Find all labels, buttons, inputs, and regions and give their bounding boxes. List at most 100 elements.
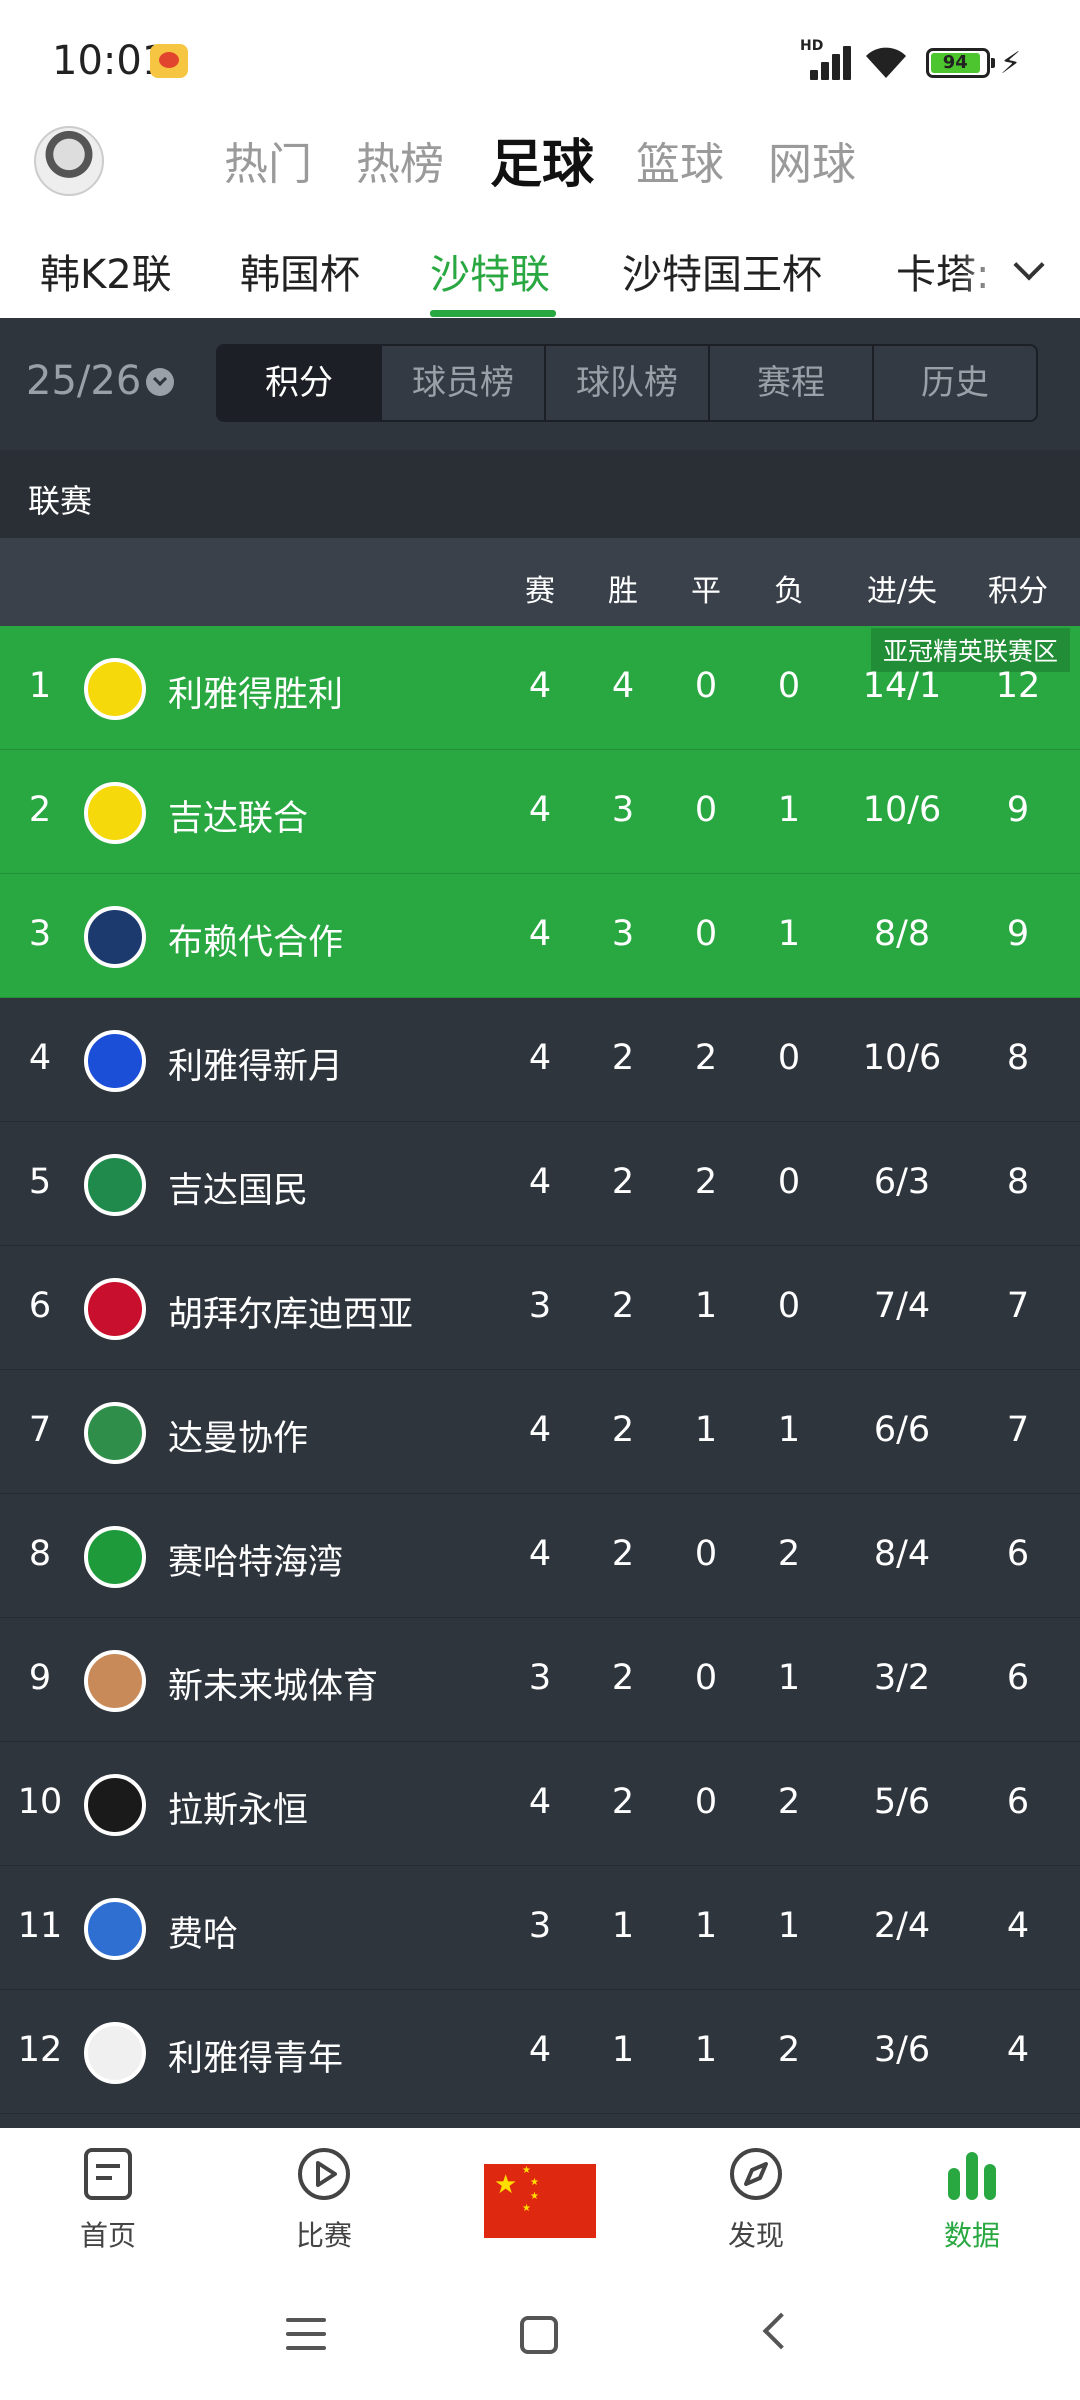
nav-home-label: 首页 <box>79 2219 136 2252</box>
table-row[interactable]: 9 新未来城体育 3 2 0 1 3/2 6 <box>0 1618 1080 1742</box>
team-crest-icon <box>84 2022 146 2084</box>
tab-team-rankings[interactable]: 球队榜 <box>546 346 710 420</box>
recent-apps-icon[interactable] <box>286 2318 326 2354</box>
team-crest-icon <box>84 658 146 720</box>
played: 4 <box>528 790 552 830</box>
rank: 7 <box>28 1410 52 1450</box>
league-tab-kings-cup[interactable]: 沙特国王杯 <box>622 242 822 300</box>
table-row[interactable]: 8 赛哈特海湾 4 2 0 2 8/4 6 <box>0 1494 1080 1618</box>
nav-home[interactable]: 首页 <box>48 2146 168 2254</box>
goals: 6/3 <box>873 1162 931 1202</box>
won: 2 <box>611 1782 635 1822</box>
sport-nav: 热门 热榜 足球 篮球 网球 <box>0 120 1080 220</box>
nav-matches[interactable]: 比赛 <box>264 2146 384 2254</box>
won: 2 <box>611 1038 635 1078</box>
played: 4 <box>528 2030 552 2070</box>
goals: 6/6 <box>873 1410 931 1450</box>
league-tab-saudi-league[interactable]: 沙特联 <box>430 242 550 300</box>
league-tab-k2[interactable]: 韩K2联 <box>40 242 172 300</box>
china-flag-icon[interactable]: ★ ★ ★ ★ ★ <box>484 2164 596 2238</box>
battery-level: 94 <box>931 53 980 73</box>
tab-basketball[interactable]: 篮球 <box>636 128 724 192</box>
tab-schedule[interactable]: 赛程 <box>710 346 874 420</box>
nav-discover[interactable]: 发现 <box>696 2146 816 2254</box>
drawn: 0 <box>694 1534 718 1574</box>
home-doc-icon <box>80 2146 136 2202</box>
won: 1 <box>611 2030 635 2070</box>
played: 4 <box>528 666 552 706</box>
lost: 1 <box>777 914 801 954</box>
drawn: 2 <box>694 1038 718 1078</box>
goals: 14/1 <box>862 666 942 706</box>
goals: 8/8 <box>873 914 931 954</box>
rank: 3 <box>28 914 52 954</box>
team-crest-icon <box>84 782 146 844</box>
points: 6 <box>1006 1534 1030 1574</box>
goals: 2/4 <box>873 1906 931 1946</box>
table-row[interactable]: 10 拉斯永恒 4 2 0 2 5/6 6 <box>0 1742 1080 1866</box>
table-row[interactable]: 3 布赖代合作 4 3 0 1 8/8 9 <box>0 874 1080 998</box>
home-icon[interactable] <box>520 2316 558 2354</box>
charging-icon: ⚡ <box>1000 46 1022 81</box>
drawn: 0 <box>694 666 718 706</box>
table-row[interactable]: 11 费哈 3 1 1 1 2/4 4 <box>0 1866 1080 1990</box>
avatar[interactable] <box>34 126 104 196</box>
section-label: 联赛 <box>28 482 93 520</box>
points: 9 <box>1006 914 1030 954</box>
team-crest-icon <box>84 906 146 968</box>
col-lost: 负 <box>774 574 804 609</box>
col-goals: 进/失 <box>866 574 938 609</box>
nav-matches-label: 比赛 <box>295 2219 352 2252</box>
signal-icon <box>800 40 852 80</box>
tab-standings[interactable]: 积分 <box>218 346 382 420</box>
played: 3 <box>528 1906 552 1946</box>
table-row[interactable]: 12 利雅得青年 4 1 1 2 3/6 4 <box>0 1990 1080 2114</box>
lost: 0 <box>777 1038 801 1078</box>
team-name: 达曼协作 <box>168 1419 309 1459</box>
goals: 5/6 <box>873 1782 931 1822</box>
team-crest-icon <box>84 1030 146 1092</box>
goals: 10/6 <box>862 1038 942 1078</box>
team-crest-icon <box>84 1278 146 1340</box>
team-name: 布赖代合作 <box>168 923 344 963</box>
table-row[interactable]: 亚冠精英联赛区 1 利雅得胜利 4 4 0 0 14/1 12 <box>0 626 1080 750</box>
col-drawn: 平 <box>691 574 721 609</box>
drawn: 0 <box>694 914 718 954</box>
table-row[interactable]: 6 胡拜尔库迪西亚 3 2 1 0 7/4 7 <box>0 1246 1080 1370</box>
tab-tennis[interactable]: 网球 <box>768 128 856 192</box>
drawn: 1 <box>694 2030 718 2070</box>
league-tab-korea-cup[interactable]: 韩国杯 <box>240 242 360 300</box>
goals: 7/4 <box>873 1286 931 1326</box>
played: 4 <box>528 1038 552 1078</box>
league-tabs: 韩K2联 韩国杯 沙特联 沙特国王杯 卡塔: <box>0 220 1080 318</box>
back-icon[interactable] <box>762 2312 800 2350</box>
table-row[interactable]: 7 达曼协作 4 2 1 1 6/6 7 <box>0 1370 1080 1494</box>
lost: 1 <box>777 1410 801 1450</box>
team-name: 利雅得胜利 <box>168 675 344 715</box>
table-row[interactable]: 2 吉达联合 4 3 0 1 10/6 9 <box>0 750 1080 874</box>
tab-hot[interactable]: 热门 <box>224 128 312 192</box>
weibo-notification-icon <box>150 44 188 78</box>
tab-player-rankings[interactable]: 球员榜 <box>382 346 546 420</box>
points: 4 <box>1006 1906 1030 1946</box>
table-row[interactable]: 4 利雅得新月 4 2 2 0 10/6 8 <box>0 998 1080 1122</box>
points: 4 <box>1006 2030 1030 2070</box>
nav-data[interactable]: 数据 <box>912 2146 1032 2254</box>
chevron-down-icon[interactable] <box>1010 250 1048 288</box>
bar-chart-icon <box>944 2146 1000 2202</box>
season-selector[interactable]: 25/26 <box>26 358 141 404</box>
table-row[interactable]: 5 吉达国民 4 2 2 0 6/3 8 <box>0 1122 1080 1246</box>
points: 8 <box>1006 1162 1030 1202</box>
tab-trending[interactable]: 热榜 <box>356 128 444 192</box>
chevron-down-icon[interactable] <box>146 368 174 396</box>
points: 9 <box>1006 790 1030 830</box>
col-points: 积分 <box>988 574 1048 609</box>
tab-football[interactable]: 足球 <box>490 122 594 197</box>
play-circle-icon <box>296 2146 352 2202</box>
points: 6 <box>1006 1782 1030 1822</box>
rank: 4 <box>28 1038 52 1078</box>
tab-history[interactable]: 历史 <box>874 346 1036 420</box>
won: 2 <box>611 1658 635 1698</box>
points: 8 <box>1006 1038 1030 1078</box>
team-name: 吉达国民 <box>168 1171 309 1211</box>
